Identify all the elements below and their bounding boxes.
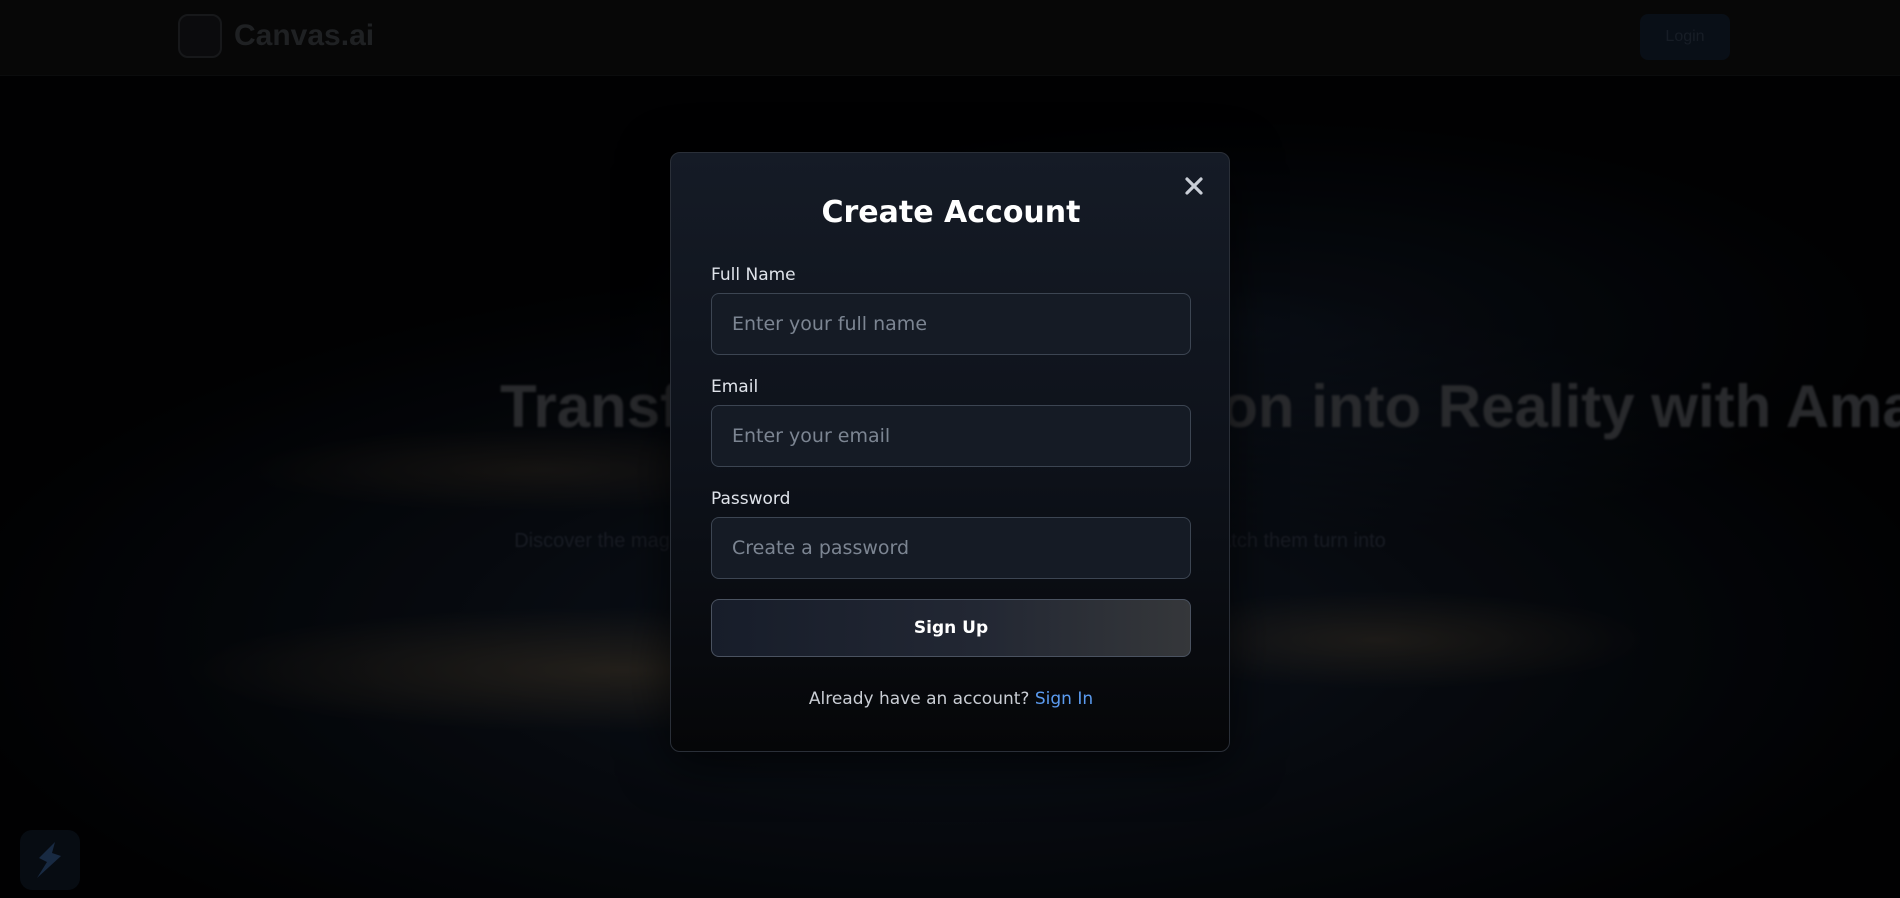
sign-in-prompt: Already have an account? Sign In [671, 689, 1231, 709]
email-input[interactable] [711, 405, 1191, 467]
password-label: Password [711, 489, 791, 509]
email-label: Email [711, 377, 759, 397]
create-account-modal: Create Account Full Name Email Password … [670, 152, 1230, 752]
modal-title: Create Account [821, 195, 1081, 230]
sign-in-link[interactable]: Sign In [1035, 689, 1093, 709]
full-name-label: Full Name [711, 265, 796, 285]
sign-up-button[interactable]: Sign Up [711, 599, 1191, 657]
password-input[interactable] [711, 517, 1191, 579]
sign-in-prompt-text: Already have an account? [808, 689, 1030, 709]
full-name-input[interactable] [711, 293, 1191, 355]
